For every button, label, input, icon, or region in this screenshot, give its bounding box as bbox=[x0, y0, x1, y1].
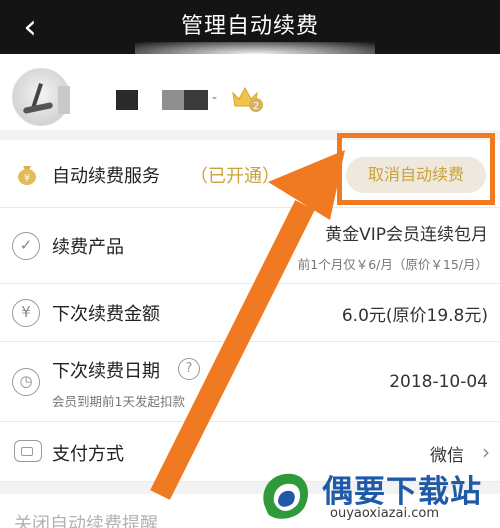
amount-value: 6.0元(原价19.8元) bbox=[341, 306, 488, 326]
date-value: 2018-10-04 bbox=[389, 372, 488, 392]
username-mask bbox=[162, 90, 184, 110]
site-logo-icon bbox=[263, 473, 308, 519]
watermark-title: 偶要下载站 bbox=[322, 474, 482, 510]
date-label: 下次续费日期 bbox=[52, 361, 160, 382]
next-amount-row: ¥ 下次续费金额 6.0元(原价19.8元) bbox=[0, 284, 500, 342]
service-status: （已开通） bbox=[190, 166, 280, 187]
card-icon bbox=[14, 440, 42, 462]
svg-text:¥: ¥ bbox=[24, 173, 30, 184]
product-label: 续费产品 bbox=[52, 237, 124, 258]
watermark-url: ouyaoxiazai.com bbox=[330, 506, 439, 521]
check-circle-icon: ✓ bbox=[12, 232, 40, 260]
username-mask bbox=[58, 86, 70, 114]
yen-icon: ¥ bbox=[12, 299, 40, 327]
vip-level: 2 bbox=[253, 101, 259, 112]
username-mask bbox=[184, 90, 208, 110]
help-icon[interactable]: ? bbox=[178, 358, 200, 380]
renew-product-row: ✓ 续费产品 黄金VIP会员连续包月 前1个月仅￥6/月（原价￥15/月） bbox=[0, 208, 500, 284]
product-name: 黄金VIP会员连续包月 bbox=[325, 225, 488, 245]
username-mask bbox=[116, 90, 138, 110]
product-price-note: 前1个月仅￥6/月（原价￥15/月） bbox=[297, 257, 488, 272]
money-bag-icon: ¥ bbox=[18, 166, 36, 185]
site-watermark: 偶要下载站 ouyaoxiazai.com bbox=[248, 460, 500, 528]
avatar-ink-stroke bbox=[22, 101, 54, 115]
crown-icon: 2 bbox=[232, 86, 263, 112]
service-label: 自动续费服务 bbox=[52, 166, 160, 187]
date-note: 会员到期前1天发起扣款 bbox=[52, 394, 185, 409]
clock-icon: ◷ bbox=[12, 368, 40, 396]
next-date-row: ◷ 下次续费日期 ? 会员到期前1天发起扣款 2018-10-04 bbox=[0, 342, 500, 422]
username-separator: - bbox=[212, 90, 218, 106]
payment-label: 支付方式 bbox=[52, 444, 124, 465]
amount-label: 下次续费金额 bbox=[52, 304, 160, 325]
user-info-row: - 2 bbox=[0, 54, 500, 130]
bottom-text: 关闭自动续费提醒 bbox=[14, 514, 158, 528]
highlight-box bbox=[337, 133, 495, 205]
